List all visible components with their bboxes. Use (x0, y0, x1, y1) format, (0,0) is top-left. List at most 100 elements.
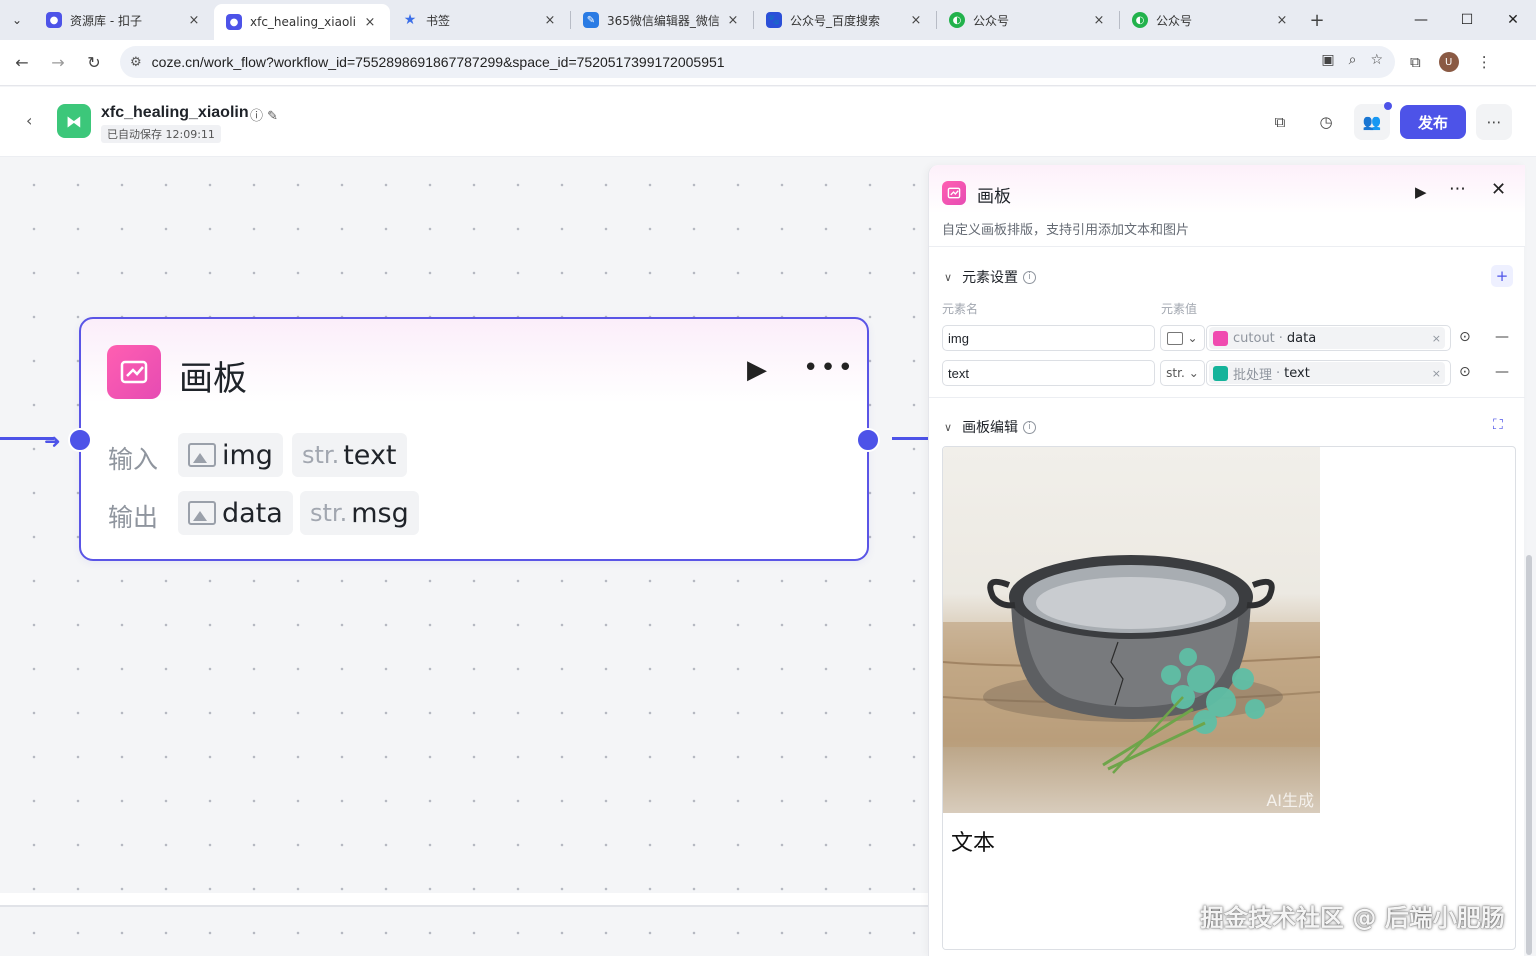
node-more-icon[interactable]: ••• (803, 353, 855, 383)
coze-favicon-icon: ● (226, 14, 242, 30)
outgoing-edge[interactable] (892, 437, 928, 440)
header-actions: ⧉ ◷ 👥 发布 ⋯ (1262, 102, 1512, 140)
close-window-icon[interactable]: ✕ (1490, 0, 1536, 40)
tab-title: xfc_healing_xiaolin (250, 15, 356, 29)
clipboard-icon[interactable]: ▣ (1321, 52, 1334, 68)
run-play-icon[interactable]: ▶ (747, 355, 767, 385)
tab-close-icon[interactable]: × (725, 13, 741, 28)
element-value-reference[interactable]: cutout · data × (1206, 325, 1451, 351)
canvas-editor[interactable]: AI生成 文本 (942, 446, 1516, 950)
add-element-button[interactable]: + (1491, 265, 1513, 287)
panel-title: 画板 (977, 187, 1011, 207)
panel-scrollbar[interactable] (1526, 555, 1532, 955)
copy-icon[interactable]: ⧉ (1262, 104, 1298, 140)
variable-picker-icon[interactable]: ⊙ (1459, 364, 1471, 380)
artboard-text-element[interactable]: 文本 (951, 825, 995, 857)
elements-section-header[interactable]: ∨ 元素设置 i (944, 267, 1037, 287)
minimize-icon[interactable]: — (1398, 0, 1444, 40)
pot-image[interactable]: AI生成 (943, 447, 1320, 813)
history-icon[interactable]: ◷ (1308, 104, 1344, 140)
reload-icon[interactable]: ↻ (76, 53, 112, 72)
element-name-input[interactable]: img (942, 325, 1155, 351)
address-toolbar: ← → ↻ ⚙ coze.cn/work_flow?workflow_id=75… (0, 40, 1536, 86)
remove-row-icon[interactable]: — (1495, 329, 1509, 345)
ref-variable: data (1286, 330, 1317, 346)
tab-wechat-editor[interactable]: ✎ 365微信编辑器_微信 × (571, 0, 753, 40)
clear-icon[interactable]: × (1432, 367, 1441, 380)
info-icon[interactable]: i (1023, 270, 1037, 284)
column-header-value: 元素值 (1161, 302, 1198, 316)
tab-workflow[interactable]: ● xfc_healing_xiaolin × (214, 4, 390, 40)
tab-baidu-search[interactable]: 🐾 公众号_百度搜索 × (754, 0, 936, 40)
tab-official-account-1[interactable]: ◐ 公众号 × (937, 0, 1119, 40)
collaborators-icon[interactable]: 👥 (1354, 102, 1392, 140)
run-play-icon[interactable]: ▶ (1415, 183, 1427, 201)
section-title: 元素设置 (962, 270, 1019, 286)
remove-row-icon[interactable]: — (1495, 364, 1509, 380)
tab-close-icon[interactable]: × (542, 13, 558, 28)
url-text[interactable]: coze.cn/work_flow?workflow_id=7552898691… (152, 54, 725, 70)
param-name: text (343, 439, 397, 471)
tab-close-icon[interactable]: × (1274, 13, 1290, 28)
profile-avatar[interactable]: U (1438, 52, 1459, 72)
panel-more-icon[interactable]: ⋯ (1449, 179, 1466, 199)
variable-picker-icon[interactable]: ⊙ (1459, 329, 1471, 345)
bookmark-star-icon[interactable]: ☆ (1370, 52, 1383, 68)
window-controls: — ☐ ✕ (1398, 0, 1536, 40)
fullscreen-icon[interactable]: ⛶ (1493, 417, 1503, 433)
element-type-select[interactable]: ⌄ (1160, 325, 1205, 351)
ref-node-name: 批处理 (1233, 367, 1273, 383)
chevron-down-icon[interactable]: ∨ (944, 421, 952, 434)
browser-menu-icon[interactable]: ⋮ (1477, 53, 1492, 71)
tab-title: 资源库 - 扣子 (70, 13, 142, 28)
back-arrow-icon[interactable]: ← (4, 53, 40, 72)
editor-section-header[interactable]: ∨ 画板编辑 i (944, 417, 1037, 437)
tab-title: 公众号 (1156, 13, 1193, 28)
input-port[interactable] (68, 428, 92, 452)
workflow-name: xfc_healing_xiaolin (101, 104, 249, 121)
element-type-select[interactable]: str. ⌄ (1160, 360, 1205, 386)
element-name-input[interactable]: text (942, 360, 1155, 386)
forward-arrow-icon[interactable]: → (40, 53, 76, 72)
canvas-band (0, 893, 928, 905)
site-info-icon[interactable]: ⚙ (130, 55, 142, 70)
chevron-down-icon[interactable]: ∨ (944, 271, 952, 284)
element-value-reference[interactable]: 批处理 · text × (1206, 360, 1451, 386)
url-bar[interactable]: ⚙ coze.cn/work_flow?workflow_id=75528986… (120, 46, 1395, 78)
tab-search-chevron-icon[interactable]: ⌄ (0, 0, 34, 40)
new-tab-plus-icon[interactable]: + (1302, 10, 1332, 31)
zoom-icon[interactable]: ⌕ (1349, 52, 1357, 68)
tab-close-icon[interactable]: × (186, 13, 202, 28)
param-name: data (222, 497, 283, 529)
output-label: 输出 (108, 503, 159, 532)
ai-generated-tag: AI生成 (1266, 791, 1314, 810)
info-icon[interactable]: i (1023, 420, 1037, 434)
browser-actions: ⧉ U ⋮ (1410, 52, 1492, 72)
clear-icon[interactable]: × (1432, 332, 1441, 345)
panel-close-icon[interactable]: ✕ (1491, 179, 1506, 200)
tab-close-icon[interactable]: × (362, 15, 378, 30)
info-edit-icons[interactable]: ⓘ ✎ (250, 105, 278, 124)
tab-resource-library[interactable]: ● 资源库 - 扣子 × (34, 0, 214, 40)
back-chevron-icon[interactable]: ‹ (26, 111, 32, 130)
tab-official-account-2[interactable]: ◐ 公众号 × (1120, 0, 1302, 40)
reference-chip: 批处理 · text × (1209, 362, 1445, 384)
tab-close-icon[interactable]: × (908, 13, 924, 28)
extensions-icon[interactable]: ⧉ (1410, 53, 1421, 71)
param-name: img (222, 439, 273, 471)
publish-button[interactable]: 发布 (1400, 105, 1466, 139)
canvas-node[interactable]: 画板 ▶ ••• 输入 img str. text 输出 data str. m… (79, 317, 869, 561)
watermark-text: 掘金技术社区 @ 后端小肥肠 (1200, 904, 1505, 932)
tab-close-icon[interactable]: × (1091, 13, 1107, 28)
omnibox-actions: ▣ ⌕ ☆ (1321, 52, 1383, 68)
tab-bookmarks[interactable]: ★ 书签 × (390, 0, 570, 40)
workflow-logo-icon: ⧓ (57, 104, 91, 138)
ref-variable: text (1284, 365, 1310, 381)
maximize-icon[interactable]: ☐ (1444, 0, 1490, 40)
more-menu-icon[interactable]: ⋯ (1476, 104, 1512, 140)
image-type-icon (188, 501, 216, 525)
output-port[interactable] (856, 428, 880, 452)
artboard[interactable]: AI生成 文本 (943, 447, 1320, 949)
image-type-icon (188, 443, 216, 467)
tab-title: 书签 (426, 13, 451, 28)
